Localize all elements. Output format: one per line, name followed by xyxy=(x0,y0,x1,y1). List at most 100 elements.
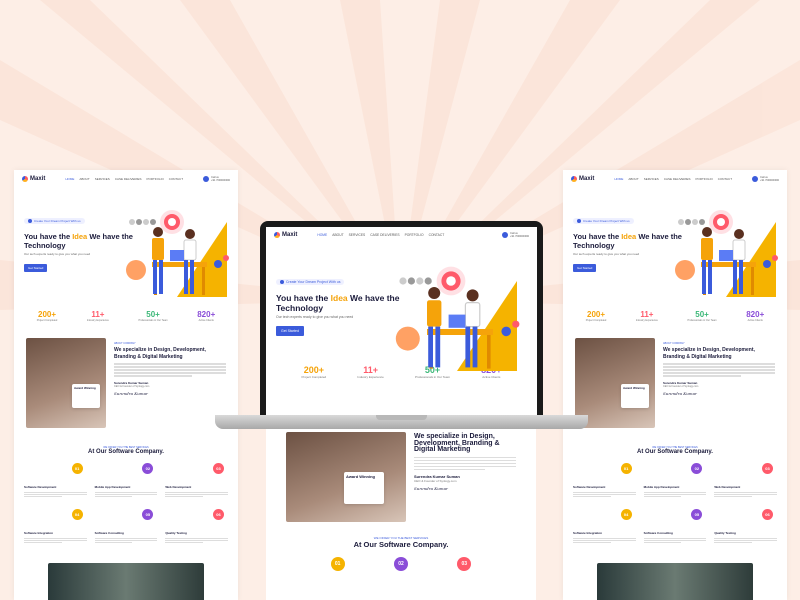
stats-row: 200+ Project Completed 11+ Industry Experi… xyxy=(563,310,787,322)
hero-section: Create Your Dream Project With us You ha… xyxy=(14,188,238,300)
laptop-base xyxy=(215,415,588,429)
nav-item-services[interactable]: SERVICES xyxy=(349,233,366,237)
service-card[interactable]: 06 Quality Testing xyxy=(714,509,777,551)
stat-item: 50+ Professionals in Our Team xyxy=(687,310,717,322)
nav-item-contact[interactable]: CONTACT xyxy=(169,177,183,181)
hero-pill: Create Your Dream Project With us xyxy=(276,279,345,285)
nav-item-contact[interactable]: CONTACT xyxy=(718,177,732,181)
about-section: Award Winning We specialize in Design, D… xyxy=(266,432,536,522)
laptop-mockup: Maxit HOME ABOUT SERVICES CASE DELIVERIE… xyxy=(215,221,588,437)
nav-item-about[interactable]: ABOUT xyxy=(628,177,638,181)
phone-icon xyxy=(203,176,210,182)
service-badge: 02 xyxy=(393,557,408,571)
hero-section: Create Your Dream Project With us You ha… xyxy=(563,188,787,300)
nav-item-about[interactable]: ABOUT xyxy=(79,177,89,181)
nav-item-case[interactable]: CASE DELIVERIES xyxy=(664,177,691,181)
laptop-notch xyxy=(376,415,427,420)
stat-item: 50+ Professionals in Our Team xyxy=(138,310,168,322)
logo[interactable]: Maxit xyxy=(22,176,45,182)
service-card[interactable]: 02 Mobile App Development xyxy=(643,463,707,505)
nav-item-home[interactable]: HOME xyxy=(317,233,327,237)
nav-item-portfolio[interactable]: PORTFOLIO xyxy=(696,177,713,181)
stat-item: 200+ Project Completed xyxy=(36,310,58,322)
nav-item-services[interactable]: SERVICES xyxy=(644,177,659,181)
nav-contact[interactable]: Call us +91 7000000000 xyxy=(752,176,779,182)
award-card: Award Winning xyxy=(72,384,100,408)
nav-item-portfolio[interactable]: PORTFOLIO xyxy=(147,177,164,181)
nav-item-services[interactable]: SERVICES xyxy=(95,177,110,181)
service-badge: 03 xyxy=(457,557,472,571)
services-grid: 01 Software Development 02 Mobile App Deve… xyxy=(563,455,787,551)
nav-item-home[interactable]: HOME xyxy=(65,177,74,181)
signature: Surendra Kumar xyxy=(114,390,148,396)
nav-item-case[interactable]: CASE DELIVERIES xyxy=(115,177,142,181)
stat-item: 11+ Industry Experience xyxy=(86,310,109,322)
nav-item-contact[interactable]: CONTACT xyxy=(429,233,445,237)
left-page-preview: Maxit HOME ABOUT SERVICES CASE DELIVERIE… xyxy=(14,170,238,600)
service-card[interactable]: 04 Software Integration xyxy=(24,509,87,551)
service-card[interactable]: 04 Software Integration xyxy=(573,509,636,551)
navbar: Maxit HOME ABOUT SERVICES CASE DELIVERIE… xyxy=(14,170,238,188)
stat-item: 820+Active Clients xyxy=(746,310,765,322)
get-started-button[interactable]: Get Started xyxy=(24,264,48,272)
signature: Surendra Kumar xyxy=(414,486,448,491)
dot-icon xyxy=(280,280,284,284)
service-badges: 01 02 03 xyxy=(266,549,536,571)
about-paragraph xyxy=(114,363,226,377)
hero-illustration xyxy=(395,266,520,371)
about-kicker: ABOUT COMPANY xyxy=(114,342,136,345)
signature: Surendra Kumar xyxy=(663,390,697,396)
about-title: We specialize in Design, Development, Br… xyxy=(114,347,206,360)
logo-icon xyxy=(274,232,280,238)
about-title: We specialize in Design, Development, Br… xyxy=(663,347,755,360)
nav-menu: HOME ABOUT SERVICES CASE DELIVERIES PORT… xyxy=(65,177,183,181)
service-badge: 01 xyxy=(330,557,345,571)
hero-section: Create Your Dream Project With us You ha… xyxy=(266,243,537,371)
service-card[interactable]: 01 Software Development xyxy=(573,463,636,505)
stats-row: 200+ Project Completed 11+ Industry Experi… xyxy=(14,310,238,322)
stat-item: 200+ Project Completed xyxy=(585,310,607,322)
hero-illustration xyxy=(675,210,778,297)
logo-text: Maxit xyxy=(30,176,46,182)
nav-menu: HOME ABOUT SERVICES CASE DELIVERIES PORT… xyxy=(614,177,732,181)
service-card[interactable]: 06 Quality Testing xyxy=(165,509,228,551)
about-section: Award Winning ABOUT COMPANY We specializ… xyxy=(14,338,238,428)
nav-item-about[interactable]: ABOUT xyxy=(332,233,343,237)
phone-icon xyxy=(502,232,509,238)
service-card[interactable]: 03 Web Development xyxy=(165,463,228,505)
award-card: Award Winning xyxy=(621,384,649,408)
contact-phone: +91 7000000000 xyxy=(211,179,230,182)
logo-icon xyxy=(571,176,577,182)
nav-contact[interactable]: Call us +91 7000000000 xyxy=(502,232,529,238)
service-card[interactable]: 05 Software Consulting xyxy=(643,509,707,551)
nav-menu: HOME ABOUT SERVICES CASE DELIVERIES PORT… xyxy=(317,233,444,237)
laptop-screen: Maxit HOME ABOUT SERVICES CASE DELIVERIE… xyxy=(266,227,537,415)
nav-item-case[interactable]: CASE DELIVERIES xyxy=(370,233,399,237)
stat-item: 11+ Industry Experience xyxy=(357,365,384,379)
nav-contact[interactable]: Call us +91 7000000000 xyxy=(203,176,230,182)
services-header: WE OFFER YOU THE BEST SERVICES At Our So… xyxy=(88,446,164,455)
team-banner-photo xyxy=(48,563,204,600)
about-paragraph xyxy=(663,363,775,377)
logo[interactable]: Maxit xyxy=(274,232,297,238)
nav-item-home[interactable]: HOME xyxy=(614,177,623,181)
service-card[interactable]: 01 Software Development xyxy=(24,463,87,505)
right-page-preview: Maxit HOME ABOUT SERVICES CASE DELIVERIE… xyxy=(563,170,787,600)
nav-item-portfolio[interactable]: PORTFOLIO xyxy=(405,233,424,237)
logo-icon xyxy=(22,176,28,182)
team-banner-photo xyxy=(597,563,753,600)
hero-title: You have the Idea We have the Technology xyxy=(573,232,682,250)
services-grid: 01 Software Development 02 Mobile App Deve… xyxy=(14,455,238,551)
services-header: WE OFFER YOU THE BEST SERVICES At Our So… xyxy=(353,536,449,549)
service-card[interactable]: 03 Web Development xyxy=(714,463,777,505)
team-photo: Award Winning xyxy=(26,338,106,428)
about-paragraph xyxy=(414,456,516,470)
logo-text: Maxit xyxy=(579,176,595,182)
service-card[interactable]: 02 Mobile App Development xyxy=(94,463,158,505)
service-card[interactable]: 05 Software Consulting xyxy=(94,509,158,551)
phone-icon xyxy=(752,176,759,182)
ceo-role: CEO & Founder of Synlogy.com xyxy=(114,384,150,388)
navbar: Maxit HOME ABOUT SERVICES CASE DELIVERIE… xyxy=(563,170,787,188)
logo[interactable]: Maxit xyxy=(571,176,594,182)
get-started-button[interactable]: Get Started xyxy=(276,326,304,336)
